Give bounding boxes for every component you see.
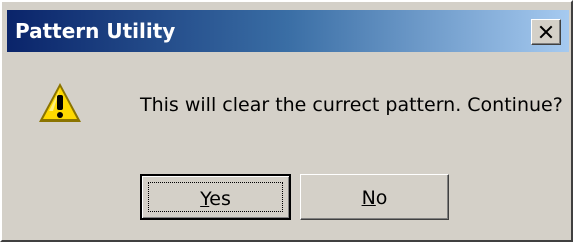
yes-button[interactable]: Yes (140, 174, 291, 220)
title-bar[interactable]: Pattern Utility (7, 10, 569, 52)
yes-label-rest: es (209, 188, 231, 210)
yes-button-label: Yes (142, 187, 289, 211)
pattern-utility-dialog: Pattern Utility This will clear the curr… (0, 0, 573, 242)
confirmation-message: This will clear the currect pattern. Con… (140, 94, 563, 116)
yes-mnemonic: Y (200, 188, 210, 210)
no-label-rest: o (375, 187, 388, 209)
close-button[interactable] (531, 19, 561, 45)
no-mnemonic: N (361, 187, 376, 209)
no-button[interactable]: No (300, 174, 449, 220)
warning-icon (39, 83, 81, 122)
no-button-label: No (301, 186, 448, 210)
close-icon (539, 25, 553, 39)
window-title: Pattern Utility (15, 19, 176, 43)
